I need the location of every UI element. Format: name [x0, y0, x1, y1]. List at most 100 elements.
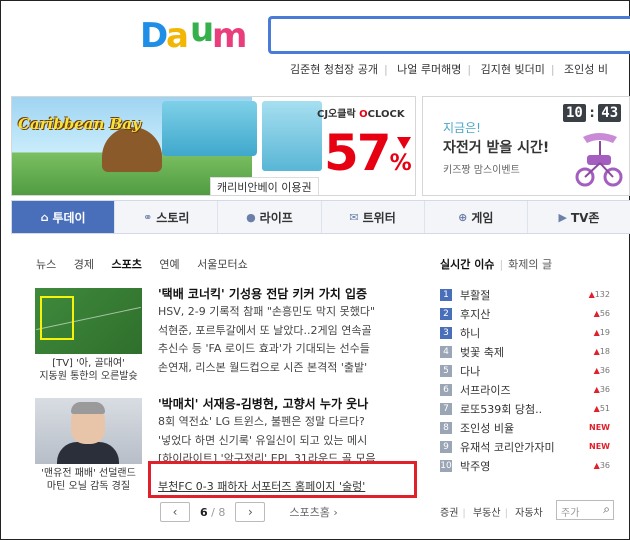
prev-page-button[interactable]: ‹ [160, 502, 190, 522]
trending-term[interactable]: 로또539회 당첨.. [460, 401, 576, 417]
search-icon[interactable]: ⌕ [603, 502, 610, 517]
trending-term[interactable]: 다나 [460, 363, 576, 379]
next-page-button[interactable]: › [235, 502, 266, 522]
rank-change: ▲19 [593, 328, 610, 337]
soccer-video-thumbnail[interactable] [35, 288, 142, 354]
tab-life[interactable]: ● 라이프 [218, 201, 322, 233]
daum-logo[interactable]: D a u m [140, 10, 250, 62]
subtab-sports[interactable]: 스포츠 [112, 258, 142, 271]
realtime-row[interactable]: 3 하니 ▲19 [440, 323, 610, 342]
realtime-tabs: 실시간 이슈 | 화제의 글 [440, 258, 553, 271]
subtab-news[interactable]: 뉴스 [36, 258, 56, 271]
news-link[interactable]: 8회 역전쇼' LG 트윈스, 불펜은 정말 다르다? [158, 413, 398, 432]
tricycle-icon [575, 133, 623, 187]
news-link[interactable]: HSV, 2-9 기록적 참패 "손흥민도 막지 못했다" [158, 303, 398, 322]
rank-badge: 4 [440, 345, 452, 358]
tab-story[interactable]: ⚭ 스토리 [115, 201, 219, 233]
red-highlight-box [148, 461, 417, 498]
news-block: '택배 코너킥' 기성용 전담 키커 가치 입증 HSV, 2-9 기록적 참패… [158, 286, 398, 377]
realtime-row[interactable]: 8 조인성 비율 NEW [440, 418, 610, 437]
keyword-link[interactable]: 조인성 비 [564, 63, 608, 76]
highlight-box [40, 296, 74, 340]
realtime-row[interactable]: 10 박주영 ▲36 [440, 456, 610, 475]
keyword-link[interactable]: 김지현 빚더미 [481, 63, 545, 76]
trending-term[interactable]: 후지산 [460, 306, 576, 322]
news-link[interactable]: 손연재, 리스본 월드컵으로 시즌 본격적 '출발' [158, 359, 398, 378]
tab-today[interactable]: ⌂ 투데이 [12, 201, 116, 233]
stocks-link[interactable]: 증권 [440, 508, 458, 519]
coach-photo-thumbnail[interactable] [35, 398, 142, 464]
tab-twitter[interactable]: ✉ 트위터 [322, 201, 425, 233]
sports-home-link[interactable]: 스포츠홈 › [289, 504, 337, 520]
tab-tvzone[interactable]: ▶ TV존 [528, 201, 630, 233]
ad-caption: 캐리비안베이 이용권 [210, 177, 319, 195]
trending-term[interactable]: 유재석 코리안가자미 [460, 439, 576, 455]
logo-letter-a: a [166, 16, 189, 56]
trending-term[interactable]: 하니 [460, 325, 576, 341]
kids-event-ad[interactable]: 10:43 지금은! 자전거 받을 시간! 키즈짱 맘스이벤트 [422, 96, 630, 196]
ad-title: Caribbean Bay [18, 115, 141, 133]
twitter-icon: ✉ [349, 210, 359, 224]
subtab-motorshow[interactable]: 서울모터쇼 [197, 258, 248, 271]
search-input[interactable] [268, 16, 630, 54]
caribbean-bay-ad[interactable]: Caribbean Bay 캐리비안베이 이용권 CJ오클락 OCLOCK 57… [11, 96, 416, 196]
logo-letter-u: u [190, 10, 215, 50]
logo-letter-d: D [140, 16, 169, 56]
news-link[interactable]: '넣었다 하면 신기록' 유일신이 되고 있는 메시 [158, 432, 398, 451]
trending-keywords: 김준현 청첩장 공개 | 나얼 루머해명 | 김지현 빚더미 | 조인성 비 [290, 63, 609, 76]
news-block: '박매치' 서재응-김병현, 고향서 누가 웃나 8회 역전쇼' LG 트윈스,… [158, 396, 398, 462]
tab-game[interactable]: ⊕ 게임 [425, 201, 528, 233]
rank-badge: 6 [440, 383, 452, 396]
ad-headline: 자전거 받을 시간! [443, 140, 550, 156]
news-pager: ‹ 6 / 8 › 스포츠홈 › [160, 502, 338, 522]
rank-badge: 3 [440, 326, 452, 339]
rank-change: ▲36 [593, 385, 610, 394]
realtime-list: 1 부활절 ▲132 2 후지산 ▲56 3 하니 ▲19 4 벚꽃 축제 ▲18 5 다나 ▲36 6 서프라… [440, 285, 610, 475]
rank-change: NEW [589, 423, 610, 432]
ad-subline: 키즈짱 맘스이벤트 [443, 165, 520, 176]
discount-percent: 57% [324, 124, 412, 182]
news-link[interactable]: 석현준, 포르투갈에서 또 날았다..2게임 연속골 [158, 322, 398, 341]
tab-hot-posts[interactable]: 화제의 글 [508, 258, 552, 271]
keyword-link[interactable]: 나얼 루머해명 [397, 63, 461, 76]
link-icon: ⚭ [143, 210, 153, 224]
trending-term[interactable]: 부활절 [460, 287, 576, 303]
trending-term[interactable]: 벚꽃 축제 [460, 344, 576, 360]
subtab-economy[interactable]: 경제 [74, 258, 94, 271]
realestate-link[interactable]: 부동산 [473, 508, 501, 519]
rank-change: ▲36 [593, 461, 610, 470]
realtime-row[interactable]: 1 부활절 ▲132 [440, 285, 610, 304]
clock-display: 10:43 [563, 104, 622, 122]
trending-term[interactable]: 조인성 비율 [460, 420, 576, 436]
news-headline[interactable]: '박매치' 서재응-김병현, 고향서 누가 웃나 [158, 396, 398, 413]
subtab-entertainment[interactable]: 연예 [159, 258, 179, 271]
realtime-row[interactable]: 9 유재석 코리안가자미 NEW [440, 437, 610, 456]
keyword-link[interactable]: 김준현 청첩장 공개 [290, 63, 378, 76]
news-headline[interactable]: '택배 코너킥' 기성용 전담 키커 가치 입증 [158, 286, 398, 303]
pool-image [162, 101, 257, 156]
trending-term[interactable]: 박주영 [460, 458, 576, 474]
rank-badge: 1 [440, 288, 452, 301]
rank-badge: 7 [440, 402, 452, 415]
realtime-row[interactable]: 4 벚꽃 축제 ▲18 [440, 342, 610, 361]
tab-realtime-issue[interactable]: 실시간 이슈 [440, 258, 494, 271]
trending-term[interactable]: 서프라이즈 [460, 382, 576, 398]
thumbnail-caption[interactable]: '맨유전 패배' 선덜랜드 마틴 오닐 감독 경질 [35, 467, 142, 493]
oclock-badge: CJ오클락 OCLOCK [317, 109, 405, 120]
car-link[interactable]: 자동차 [515, 508, 543, 519]
rank-badge: 8 [440, 421, 452, 434]
rank-change: ▲51 [593, 404, 610, 413]
news-link[interactable]: 추신수 등 'FA 로이드 효과'가 기대되는 선수들 [158, 340, 398, 359]
home-icon: ⌂ [40, 210, 49, 224]
tv-icon: ▶ [558, 210, 567, 224]
page-indicator: 6 / 8 [200, 505, 226, 519]
stock-search-input[interactable]: 주가 ⌕ [556, 500, 614, 520]
logo-letter-m: m [212, 16, 248, 56]
realtime-row[interactable]: 7 로또539회 당첨.. ▲51 [440, 399, 610, 418]
thumbnail-caption[interactable]: [TV] '아, 골대여' 지동원 통한의 오른발슛 [35, 357, 142, 383]
realtime-row[interactable]: 5 다나 ▲36 [440, 361, 610, 380]
pool-image [262, 101, 322, 171]
realtime-row[interactable]: 2 후지산 ▲56 [440, 304, 610, 323]
realtime-row[interactable]: 6 서프라이즈 ▲36 [440, 380, 610, 399]
rank-change: ▲132 [588, 290, 610, 299]
